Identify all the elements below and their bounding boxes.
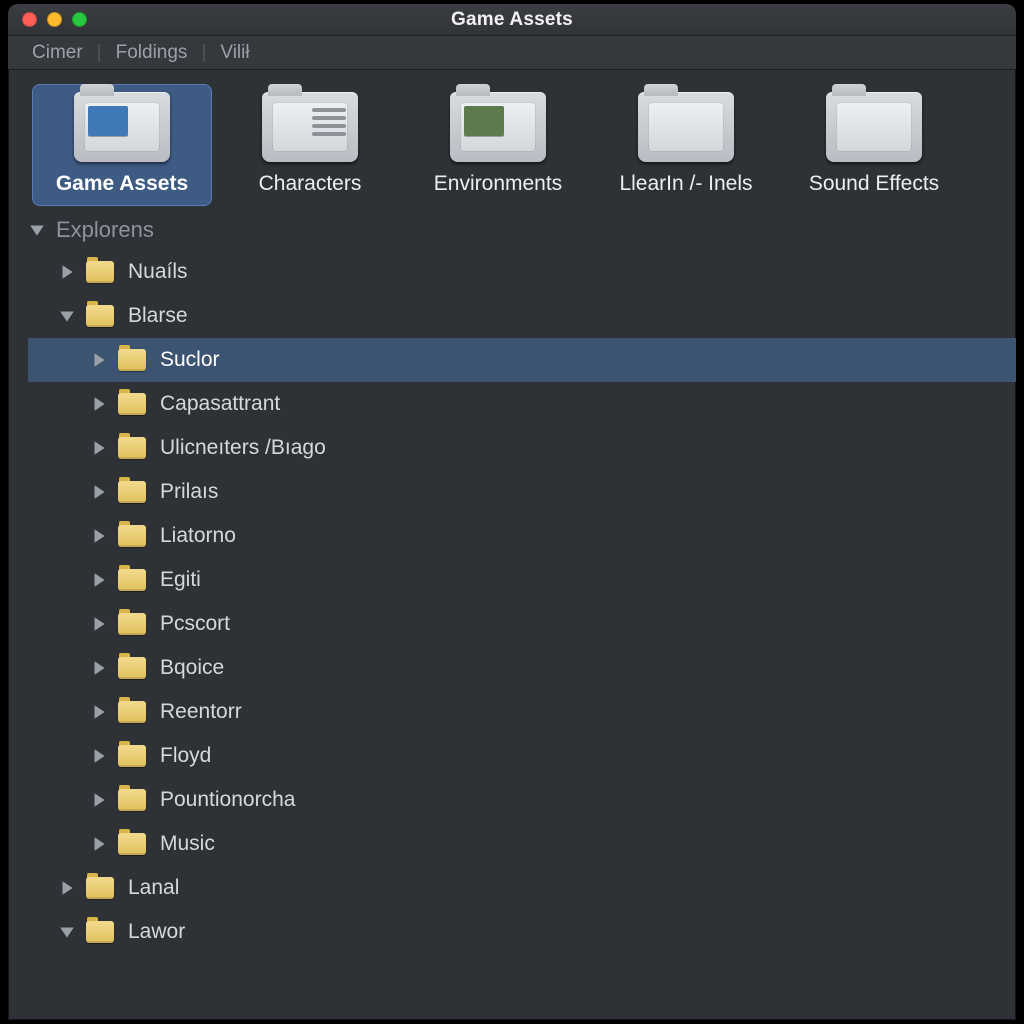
chevron-right-icon[interactable] bbox=[90, 395, 108, 413]
tree-item[interactable]: Ulicneıters /Bıago bbox=[28, 426, 1016, 470]
folder-icon bbox=[118, 525, 146, 547]
chevron-right-icon[interactable] bbox=[58, 879, 76, 897]
folder-icon bbox=[86, 305, 114, 327]
tree-item-label: Reentorr bbox=[160, 700, 242, 724]
tree-item[interactable]: Pountionorcha bbox=[28, 778, 1016, 822]
tree-item[interactable]: Floyd bbox=[28, 734, 1016, 778]
chevron-right-icon[interactable] bbox=[58, 263, 76, 281]
folder-icon bbox=[118, 437, 146, 459]
chevron-right-icon[interactable] bbox=[90, 703, 108, 721]
tree-item[interactable]: Capasattrant bbox=[28, 382, 1016, 426]
tree-item-label: Capasattrant bbox=[160, 392, 280, 416]
tree-item-label: Lanal bbox=[128, 876, 179, 900]
tree-header-label: Explorens bbox=[56, 217, 154, 243]
folder-icon bbox=[118, 393, 146, 415]
toolbar-item-label: Environments bbox=[434, 172, 562, 196]
tree-item-label: Floyd bbox=[160, 744, 211, 768]
menubar: Cimer | Foldings | Vilił bbox=[8, 36, 1016, 70]
tree-item-label: Lawor bbox=[128, 920, 185, 944]
folder-icon bbox=[118, 833, 146, 855]
tree-item-label: Egiti bbox=[160, 568, 201, 592]
window-title: Game Assets bbox=[8, 9, 1016, 31]
toolbar-item-game-assets[interactable]: Game Assets bbox=[32, 84, 212, 206]
chevron-right-icon[interactable] bbox=[90, 483, 108, 501]
tree-item-label: Blarse bbox=[128, 304, 188, 328]
tree-item[interactable]: Blarse bbox=[28, 294, 1016, 338]
titlebar[interactable]: Game Assets bbox=[8, 4, 1016, 36]
tree-item[interactable]: Music bbox=[28, 822, 1016, 866]
tree-item[interactable]: Reentorr bbox=[28, 690, 1016, 734]
toolbar-item-characters[interactable]: Characters bbox=[220, 84, 400, 206]
folder-icon bbox=[86, 921, 114, 943]
traffic-lights bbox=[22, 12, 87, 27]
folder-icon bbox=[118, 657, 146, 679]
tree-item-label: Music bbox=[160, 832, 215, 856]
folder-icon bbox=[74, 92, 170, 162]
toolbar-item-environments[interactable]: Environments bbox=[408, 84, 588, 206]
tree-item-label: Pountionorcha bbox=[160, 788, 295, 812]
app-window: Game Assets Cimer | Foldings | Vilił Gam… bbox=[8, 4, 1016, 1020]
tree-item[interactable]: Nuaíls bbox=[28, 250, 1016, 294]
tree-item[interactable]: Suclor bbox=[28, 338, 1016, 382]
folder-icon bbox=[86, 261, 114, 283]
folder-icon bbox=[118, 613, 146, 635]
folder-tree: Explorens Nuaíls Blarse Suclor Capasattrant U… bbox=[8, 206, 1016, 954]
chevron-right-icon[interactable] bbox=[90, 527, 108, 545]
close-icon[interactable] bbox=[22, 12, 37, 27]
icon-toolbar: Game Assets Characters Environments Llea… bbox=[8, 70, 1016, 206]
chevron-right-icon[interactable] bbox=[90, 351, 108, 369]
toolbar-item-learn-inels[interactable]: LlearIn /- Inels bbox=[596, 84, 776, 206]
toolbar-item-label: Sound Effects bbox=[809, 172, 939, 196]
menu-item-vilil[interactable]: Vilił bbox=[210, 38, 259, 68]
chevron-down-icon[interactable] bbox=[58, 307, 76, 325]
chevron-right-icon[interactable] bbox=[90, 659, 108, 677]
tree-item[interactable]: Prilaıs bbox=[28, 470, 1016, 514]
chevron-right-icon[interactable] bbox=[90, 571, 108, 589]
tree-item-label: Bqoice bbox=[160, 656, 224, 680]
folder-icon bbox=[118, 745, 146, 767]
tree-item-label: Pcscort bbox=[160, 612, 230, 636]
minimize-icon[interactable] bbox=[47, 12, 62, 27]
folder-icon bbox=[86, 877, 114, 899]
menu-item-cimer[interactable]: Cimer bbox=[22, 38, 93, 68]
tree-item[interactable]: Egiti bbox=[28, 558, 1016, 602]
tree-item-label: Ulicneıters /Bıago bbox=[160, 436, 326, 460]
menu-separator: | bbox=[197, 42, 210, 64]
tree-item[interactable]: Liatorno bbox=[28, 514, 1016, 558]
folder-icon bbox=[118, 349, 146, 371]
folder-icon bbox=[450, 92, 546, 162]
chevron-right-icon[interactable] bbox=[90, 615, 108, 633]
tree-header[interactable]: Explorens bbox=[28, 210, 1016, 250]
folder-icon bbox=[118, 569, 146, 591]
tree-item[interactable]: Pcscort bbox=[28, 602, 1016, 646]
toolbar-item-label: LlearIn /- Inels bbox=[619, 172, 752, 196]
toolbar-item-sound-effects[interactable]: Sound Effects bbox=[784, 84, 964, 206]
chevron-down-icon[interactable] bbox=[58, 923, 76, 941]
menu-separator: | bbox=[93, 42, 106, 64]
chevron-right-icon[interactable] bbox=[90, 835, 108, 853]
tree-item[interactable]: Lanal bbox=[28, 866, 1016, 910]
chevron-down-icon[interactable] bbox=[28, 221, 46, 239]
tree-item-label: Liatorno bbox=[160, 524, 236, 548]
tree-item-label: Prilaıs bbox=[160, 480, 218, 504]
tree-item-label: Nuaíls bbox=[128, 260, 188, 284]
toolbar-item-label: Game Assets bbox=[56, 172, 188, 196]
tree-item[interactable]: Bqoice bbox=[28, 646, 1016, 690]
folder-icon bbox=[118, 701, 146, 723]
tree-item-label: Suclor bbox=[160, 348, 220, 372]
zoom-icon[interactable] bbox=[72, 12, 87, 27]
menu-item-foldings[interactable]: Foldings bbox=[106, 38, 198, 68]
folder-icon bbox=[118, 789, 146, 811]
toolbar-item-label: Characters bbox=[259, 172, 362, 196]
chevron-right-icon[interactable] bbox=[90, 791, 108, 809]
tree-item[interactable]: Lawor bbox=[28, 910, 1016, 954]
folder-icon bbox=[638, 92, 734, 162]
folder-icon bbox=[118, 481, 146, 503]
folder-icon bbox=[262, 92, 358, 162]
folder-icon bbox=[826, 92, 922, 162]
chevron-right-icon[interactable] bbox=[90, 439, 108, 457]
chevron-right-icon[interactable] bbox=[90, 747, 108, 765]
